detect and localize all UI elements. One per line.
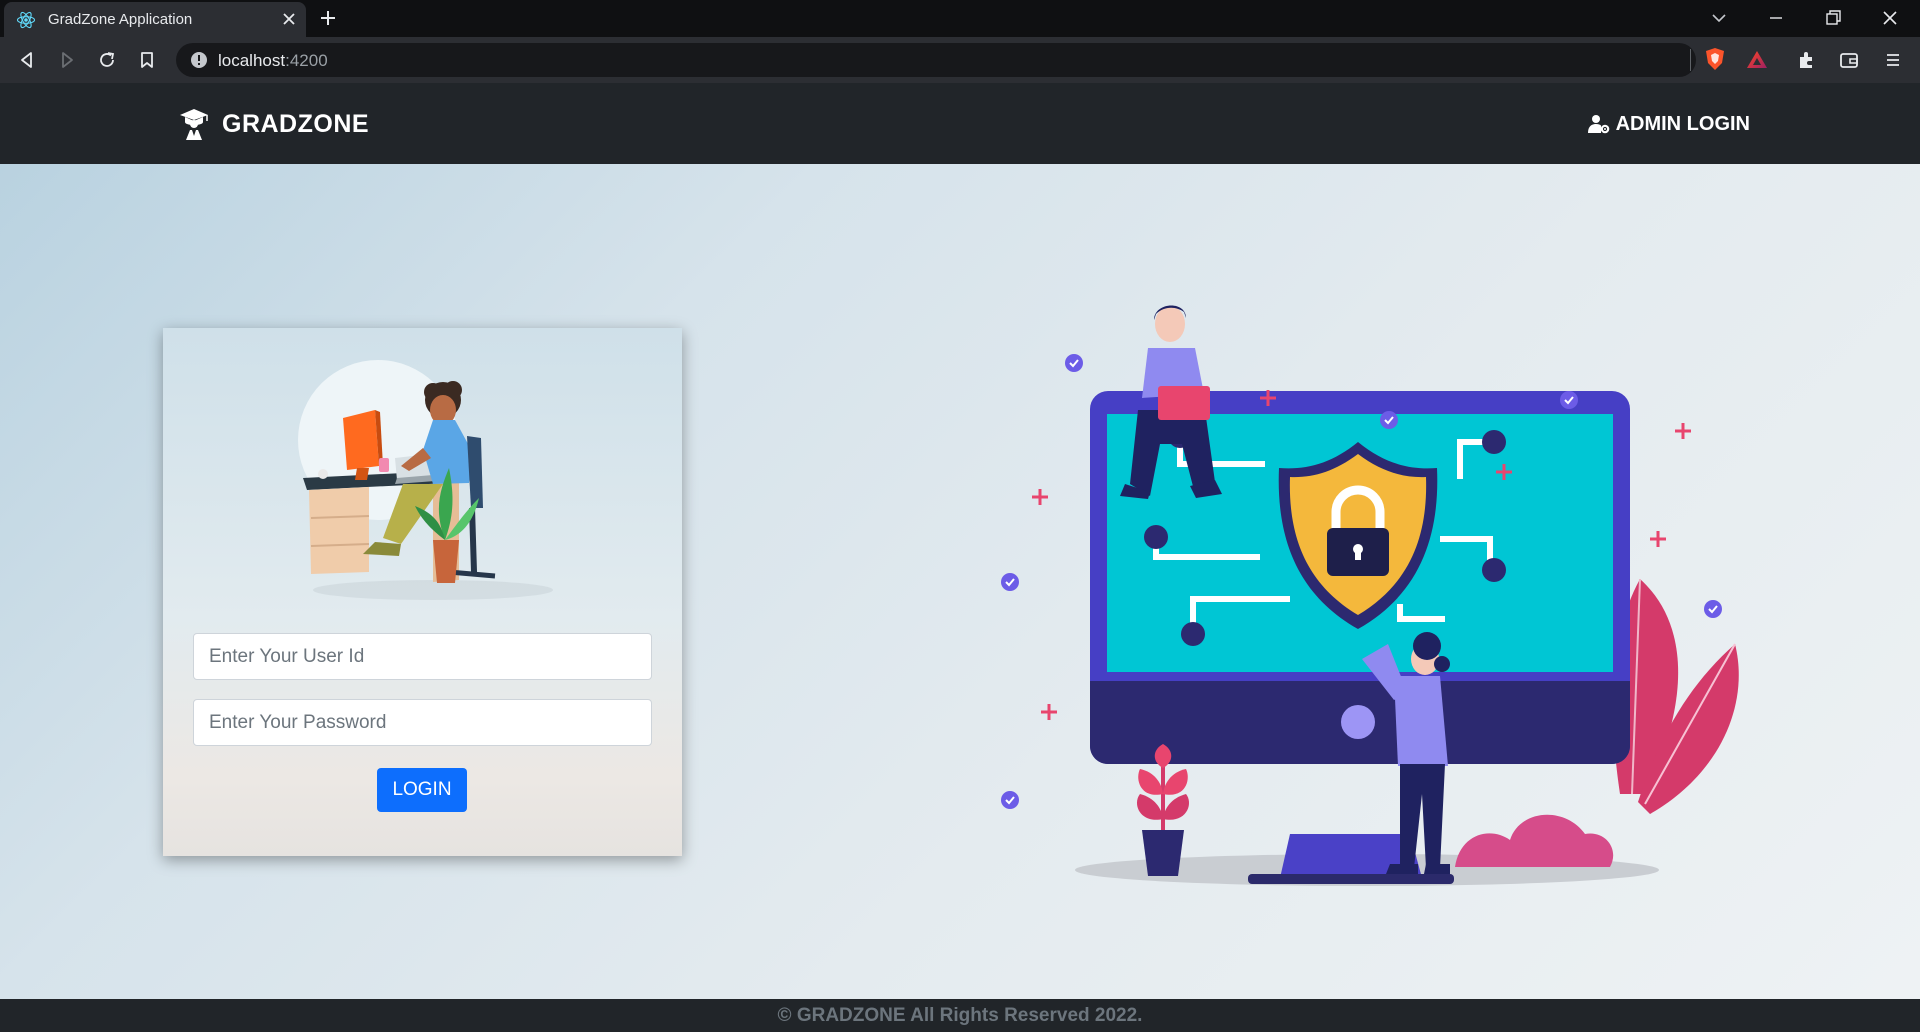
- footer: © GRADZONE All Rights Reserved 2022.: [0, 999, 1920, 1032]
- browser-tab-bar: GradZone Application: [0, 0, 1920, 37]
- hero-section: LOGIN: [0, 164, 1920, 999]
- info-icon[interactable]: [190, 51, 208, 69]
- plus-icon[interactable]: [318, 8, 338, 28]
- brand-link[interactable]: GRADZONE: [176, 107, 369, 141]
- user-gear-icon: [1587, 115, 1609, 134]
- url-host: localhost: [218, 51, 286, 70]
- restore-icon[interactable]: [1821, 6, 1845, 30]
- browser-tab[interactable]: GradZone Application: [4, 2, 306, 37]
- extensions-icon[interactable]: [1796, 49, 1818, 71]
- url-port: :4200: [285, 51, 328, 70]
- user-id-input[interactable]: [193, 633, 652, 680]
- navbar: GRADZONE ADMIN LOGIN: [0, 83, 1920, 164]
- graduate-logo-icon: [180, 109, 208, 140]
- toolbar-divider: [1690, 49, 1691, 71]
- wallet-icon[interactable]: [1838, 49, 1860, 71]
- back-icon[interactable]: [16, 49, 38, 71]
- chevron-down-icon[interactable]: [1707, 6, 1731, 30]
- page-viewport: GRADZONE ADMIN LOGIN Enter Your User Id …: [0, 83, 1920, 1032]
- tab-title: GradZone Application: [48, 11, 193, 28]
- bookmark-icon[interactable]: [136, 49, 158, 71]
- login-button[interactable]: LOGIN: [377, 768, 467, 812]
- brave-shield-icon[interactable]: [1704, 47, 1726, 71]
- brand-name: GRADZONE: [222, 109, 370, 138]
- password-input[interactable]: [193, 699, 652, 746]
- url-text: localhost:4200: [218, 51, 328, 71]
- browser-toolbar: localhost:4200: [0, 37, 1920, 83]
- forward-icon[interactable]: [56, 49, 78, 71]
- security-illustration: [1001, 305, 1739, 886]
- admin-login-label: ADMIN LOGIN: [1615, 112, 1750, 135]
- copyright-text: © GRADZONE All Rights Reserved 2022.: [777, 1005, 1143, 1026]
- address-bar[interactable]: localhost:4200: [176, 43, 1696, 77]
- reload-icon[interactable]: [96, 49, 118, 71]
- admin-login-link[interactable]: ADMIN LOGIN: [1587, 109, 1750, 139]
- close-icon[interactable]: [280, 10, 298, 28]
- brave-rewards-icon[interactable]: [1746, 49, 1768, 71]
- minimize-icon[interactable]: [1764, 6, 1788, 30]
- login-card: LOGIN: [163, 328, 682, 856]
- react-icon: [16, 11, 36, 29]
- menu-icon[interactable]: [1882, 49, 1904, 71]
- close-window-icon[interactable]: [1878, 6, 1902, 30]
- person-at-desk-illustration: [298, 360, 553, 600]
